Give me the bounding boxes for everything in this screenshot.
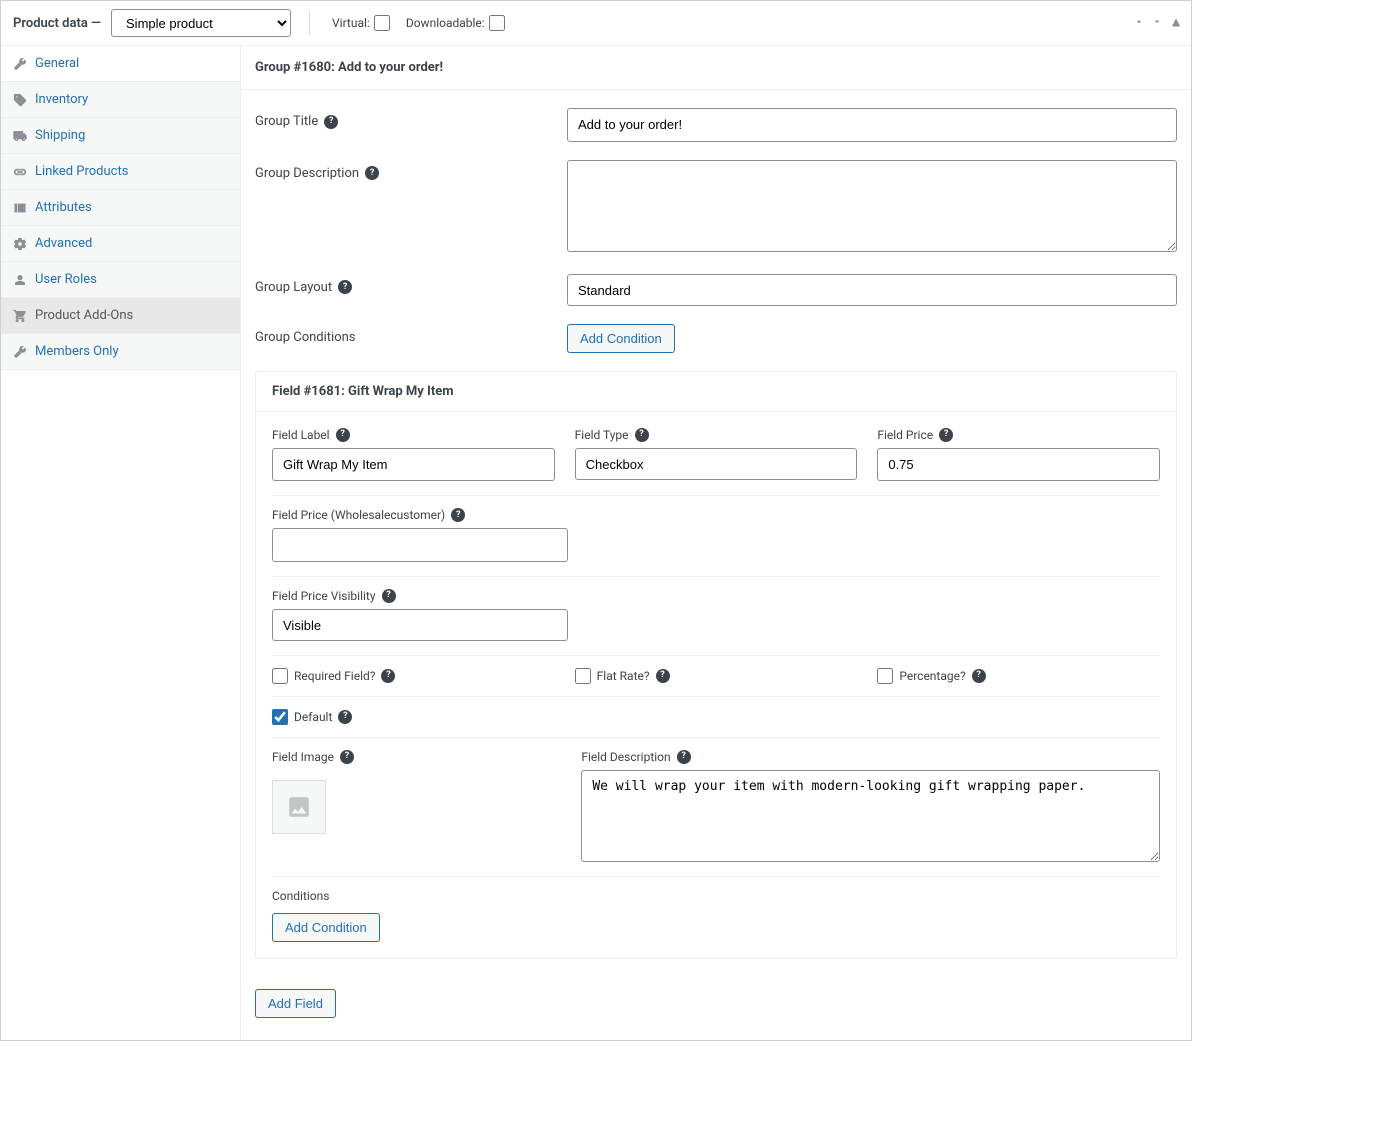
field-price-input[interactable] bbox=[877, 448, 1160, 482]
default-toggle[interactable]: Default ? bbox=[272, 709, 352, 725]
tab-general[interactable]: General bbox=[1, 46, 240, 82]
help-icon[interactable]: ? bbox=[338, 710, 352, 724]
group-layout-label: Group Layout ? bbox=[255, 274, 567, 295]
field-price-visibility-label: Field Price Visibility ? bbox=[272, 589, 568, 603]
group-title-input[interactable] bbox=[567, 108, 1177, 142]
virtual-checkbox[interactable] bbox=[374, 15, 390, 31]
field-price-wholesale-label: Field Price (Wholesalecustomer) ? bbox=[272, 508, 568, 522]
panel-header: Product data — Simple product Virtual: D… bbox=[1, 1, 1191, 46]
help-icon[interactable]: ? bbox=[677, 750, 691, 764]
field-label-input[interactable] bbox=[272, 448, 555, 482]
flat-rate-checkbox[interactable] bbox=[575, 668, 591, 684]
field-description-textarea[interactable] bbox=[581, 770, 1160, 862]
field-type-label: Field Type ? bbox=[575, 428, 858, 442]
help-icon[interactable]: ? bbox=[635, 428, 649, 442]
percentage-checkbox[interactable] bbox=[877, 668, 893, 684]
default-checkbox[interactable] bbox=[272, 709, 288, 725]
tab-label: Product Add-Ons bbox=[35, 308, 133, 323]
help-icon[interactable]: ? bbox=[656, 669, 670, 683]
field-image-picker[interactable] bbox=[272, 780, 326, 834]
tab-label: Shipping bbox=[35, 128, 85, 143]
group-layout-select[interactable]: Standard bbox=[567, 274, 1177, 306]
panel-body: General Inventory Shipping Linked Produc… bbox=[1, 46, 1191, 1040]
tab-attributes[interactable]: Attributes bbox=[1, 190, 240, 226]
tab-linked[interactable]: Linked Products bbox=[1, 154, 240, 190]
add-field-button[interactable]: Add Field bbox=[255, 989, 336, 1018]
tab-inventory[interactable]: Inventory bbox=[1, 82, 240, 118]
link-icon bbox=[13, 165, 27, 179]
tag-icon bbox=[13, 93, 27, 107]
field-type-select[interactable]: Checkbox bbox=[575, 448, 858, 480]
gear-icon bbox=[13, 237, 27, 251]
group-description-textarea[interactable] bbox=[567, 160, 1177, 252]
group-header: Group #1680: Add to your order! bbox=[241, 46, 1191, 90]
virtual-toggle[interactable]: Virtual: bbox=[332, 15, 390, 31]
group-description-label: Group Description ? bbox=[255, 160, 567, 181]
content-area: Group #1680: Add to your order! Group Ti… bbox=[241, 46, 1191, 1040]
tab-user-roles[interactable]: User Roles bbox=[1, 262, 240, 298]
tab-label: Advanced bbox=[35, 236, 92, 251]
downloadable-toggle[interactable]: Downloadable: bbox=[406, 15, 505, 31]
tab-product-addons[interactable]: Product Add-Ons bbox=[1, 298, 240, 334]
help-icon[interactable]: ? bbox=[972, 669, 986, 683]
tab-advanced[interactable]: Advanced bbox=[1, 226, 240, 262]
field-header: Field #1681: Gift Wrap My Item bbox=[256, 372, 1176, 412]
field-label-label: Field Label ? bbox=[272, 428, 555, 442]
help-icon[interactable]: ? bbox=[340, 750, 354, 764]
wrench-icon bbox=[13, 345, 27, 359]
tab-members-only[interactable]: Members Only bbox=[1, 334, 240, 370]
user-icon bbox=[13, 273, 27, 287]
field-price-visibility-select[interactable]: Visible bbox=[272, 609, 568, 641]
help-icon[interactable]: ? bbox=[324, 115, 338, 129]
help-icon[interactable]: ? bbox=[939, 428, 953, 442]
field-price-label: Field Price ? bbox=[877, 428, 1160, 442]
tabs-list: General Inventory Shipping Linked Produc… bbox=[1, 46, 241, 1040]
tab-label: User Roles bbox=[35, 272, 97, 287]
help-icon[interactable]: ? bbox=[338, 280, 352, 294]
tab-label: Members Only bbox=[35, 344, 119, 359]
add-field-condition-button[interactable]: Add Condition bbox=[272, 913, 380, 942]
move-down-icon[interactable] bbox=[1151, 16, 1163, 31]
cart-icon bbox=[13, 309, 27, 323]
required-field-checkbox[interactable] bbox=[272, 668, 288, 684]
group-title-label: Group Title ? bbox=[255, 108, 567, 129]
downloadable-checkbox[interactable] bbox=[489, 15, 505, 31]
percentage-toggle[interactable]: Percentage? ? bbox=[877, 668, 1160, 684]
move-up-icon[interactable] bbox=[1133, 16, 1145, 31]
tab-shipping[interactable]: Shipping bbox=[1, 118, 240, 154]
tab-label: Linked Products bbox=[35, 164, 128, 179]
product-type-select[interactable]: Simple product bbox=[111, 9, 291, 37]
truck-icon bbox=[13, 129, 27, 143]
group-conditions-label: Group Conditions bbox=[255, 324, 567, 345]
flat-rate-toggle[interactable]: Flat Rate? ? bbox=[575, 668, 858, 684]
product-data-panel: Product data — Simple product Virtual: D… bbox=[0, 0, 1192, 1041]
conditions-label: Conditions bbox=[272, 889, 1160, 903]
list-icon bbox=[13, 201, 27, 215]
tab-label: Attributes bbox=[35, 200, 92, 215]
add-group-condition-button[interactable]: Add Condition bbox=[567, 324, 675, 353]
required-field-toggle[interactable]: Required Field? ? bbox=[272, 668, 555, 684]
wrench-icon bbox=[13, 57, 27, 71]
help-icon[interactable]: ? bbox=[381, 669, 395, 683]
field-image-label: Field Image ? bbox=[272, 750, 561, 764]
help-icon[interactable]: ? bbox=[365, 166, 379, 180]
panel-title: Product data — bbox=[13, 16, 101, 31]
field-description-label: Field Description ? bbox=[581, 750, 1160, 764]
help-icon[interactable]: ? bbox=[336, 428, 350, 442]
vertical-divider bbox=[309, 11, 310, 35]
field-box: Field #1681: Gift Wrap My Item Field Lab… bbox=[255, 371, 1177, 959]
tab-label: Inventory bbox=[35, 92, 88, 107]
help-icon[interactable]: ? bbox=[382, 589, 396, 603]
help-icon[interactable]: ? bbox=[451, 508, 465, 522]
tab-label: General bbox=[35, 56, 79, 71]
collapse-icon[interactable]: ▲ bbox=[1169, 16, 1183, 31]
field-price-wholesale-input[interactable] bbox=[272, 528, 568, 562]
